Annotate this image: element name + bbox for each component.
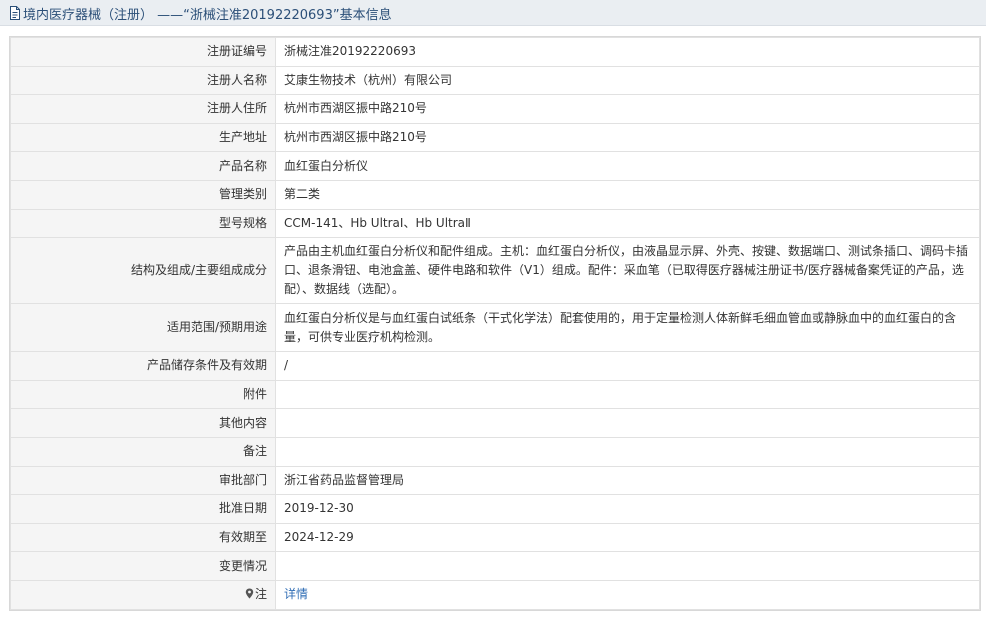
row-remarks: 备注 (10, 436, 980, 467)
details-link[interactable]: 详情 (284, 587, 308, 601)
row-label: 产品名称 (10, 151, 276, 181)
row-change-history: 变更情况 (10, 551, 980, 581)
row-note: 注 详情 (10, 579, 980, 610)
page-title: 境内医疗器械（注册） ——“浙械注准20192220693”基本信息 (9, 5, 392, 23)
row-value: 产品由主机血红蛋白分析仪和配件组成。主机：血红蛋白分析仪，由液晶显示屏、外壳、按… (275, 237, 980, 305)
row-label: 注册证编号 (10, 37, 276, 67)
row-value: 艾康生物技术（杭州）有限公司 (275, 65, 980, 96)
row-label: 审批部门 (10, 465, 276, 496)
row-value (275, 379, 980, 410)
row-value (275, 551, 980, 581)
row-model-spec: 型号规格 CCM-141、Hb UltraⅠ、Hb UltraⅡ (10, 208, 980, 239)
row-value: / (275, 351, 980, 381)
note-label-text: 注 (254, 587, 267, 602)
row-value (275, 408, 980, 438)
row-label: 适用范围/预期用途 (10, 303, 276, 353)
row-value: 2019-12-30 (275, 494, 980, 524)
row-value: CCM-141、Hb UltraⅠ、Hb UltraⅡ (275, 208, 980, 239)
row-value: 浙江省药品监督管理局 (275, 465, 980, 496)
row-management-category: 管理类别 第二类 (10, 179, 980, 210)
row-label: 附件 (10, 379, 276, 410)
row-valid-until: 有效期至 2024-12-29 (10, 522, 980, 553)
row-label: 注 (10, 579, 276, 610)
page-header: 境内医疗器械（注册） ——“浙械注准20192220693”基本信息 (0, 0, 986, 26)
row-other-content: 其他内容 (10, 408, 980, 438)
row-label: 其他内容 (10, 408, 276, 438)
row-product-name: 产品名称 血红蛋白分析仪 (10, 151, 980, 181)
row-approval-department: 审批部门 浙江省药品监督管理局 (10, 465, 980, 496)
row-registration-number: 注册证编号 浙械注准20192220693 (10, 37, 980, 67)
pin-icon (245, 588, 254, 599)
page-title-text: 境内医疗器械（注册） ——“浙械注准20192220693”基本信息 (23, 7, 392, 23)
row-value: 2024-12-29 (275, 522, 980, 553)
row-storage-validity: 产品储存条件及有效期 / (10, 351, 980, 381)
row-attachment: 附件 (10, 379, 980, 410)
row-value: 血红蛋白分析仪 (275, 151, 980, 181)
row-label: 生产地址 (10, 122, 276, 153)
row-label: 批准日期 (10, 494, 276, 524)
info-panel: 注册证编号 浙械注准20192220693 注册人名称 艾康生物技术（杭州）有限… (9, 36, 981, 611)
row-label: 有效期至 (10, 522, 276, 553)
row-value: 详情 (275, 579, 980, 610)
row-label: 注册人住所 (10, 94, 276, 124)
row-label: 备注 (10, 436, 276, 467)
row-label: 产品储存条件及有效期 (10, 351, 276, 381)
row-value: 杭州市西湖区振中路210号 (275, 94, 980, 124)
row-registrant-address: 注册人住所 杭州市西湖区振中路210号 (10, 94, 980, 124)
row-production-address: 生产地址 杭州市西湖区振中路210号 (10, 122, 980, 153)
row-intended-use: 适用范围/预期用途 血红蛋白分析仪是与血红蛋白试纸条（干式化学法）配套使用的，用… (10, 303, 980, 353)
row-label: 管理类别 (10, 179, 276, 210)
row-registrant-name: 注册人名称 艾康生物技术（杭州）有限公司 (10, 65, 980, 96)
row-label: 型号规格 (10, 208, 276, 239)
row-structure-composition: 结构及组成/主要组成成分 产品由主机血红蛋白分析仪和配件组成。主机：血红蛋白分析… (10, 237, 980, 305)
row-value: 杭州市西湖区振中路210号 (275, 122, 980, 153)
row-value: 浙械注准20192220693 (275, 37, 980, 67)
row-label: 结构及组成/主要组成成分 (10, 237, 276, 305)
row-value (275, 436, 980, 467)
row-value: 血红蛋白分析仪是与血红蛋白试纸条（干式化学法）配套使用的，用于定量检测人体新鲜毛… (275, 303, 980, 353)
row-label: 变更情况 (10, 551, 276, 581)
row-label: 注册人名称 (10, 65, 276, 96)
document-icon (10, 6, 20, 20)
row-approval-date: 批准日期 2019-12-30 (10, 494, 980, 524)
row-value: 第二类 (275, 179, 980, 210)
info-table: 注册证编号 浙械注准20192220693 注册人名称 艾康生物技术（杭州）有限… (10, 37, 980, 610)
